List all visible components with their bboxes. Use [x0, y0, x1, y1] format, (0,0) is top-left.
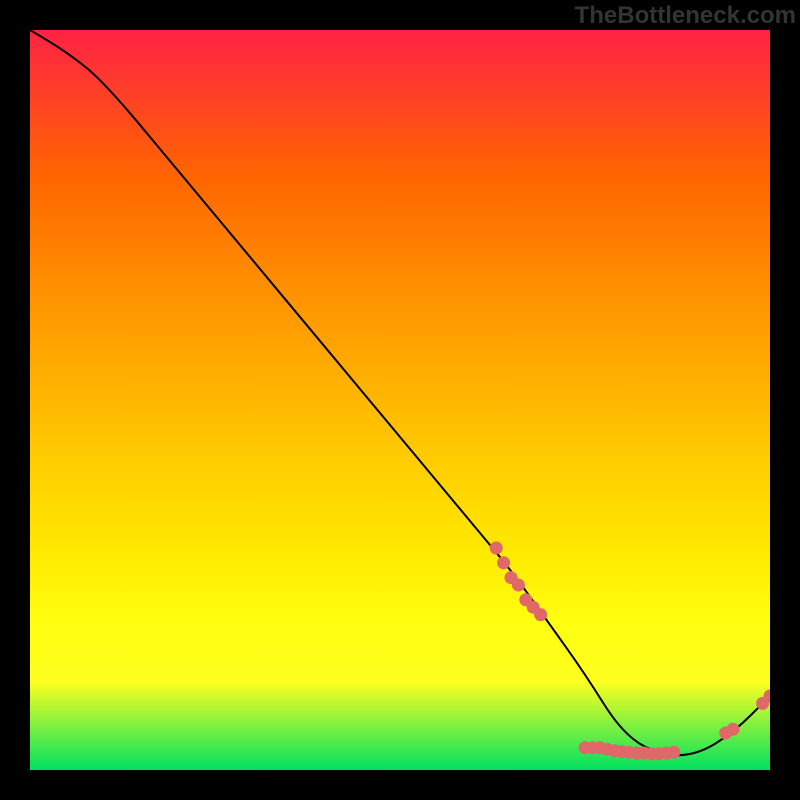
chart-container: TheBottleneck.com	[0, 0, 800, 800]
gradient-background	[30, 30, 770, 770]
watermark-text: TheBottleneck.com	[575, 2, 796, 30]
plot-area	[30, 30, 770, 770]
